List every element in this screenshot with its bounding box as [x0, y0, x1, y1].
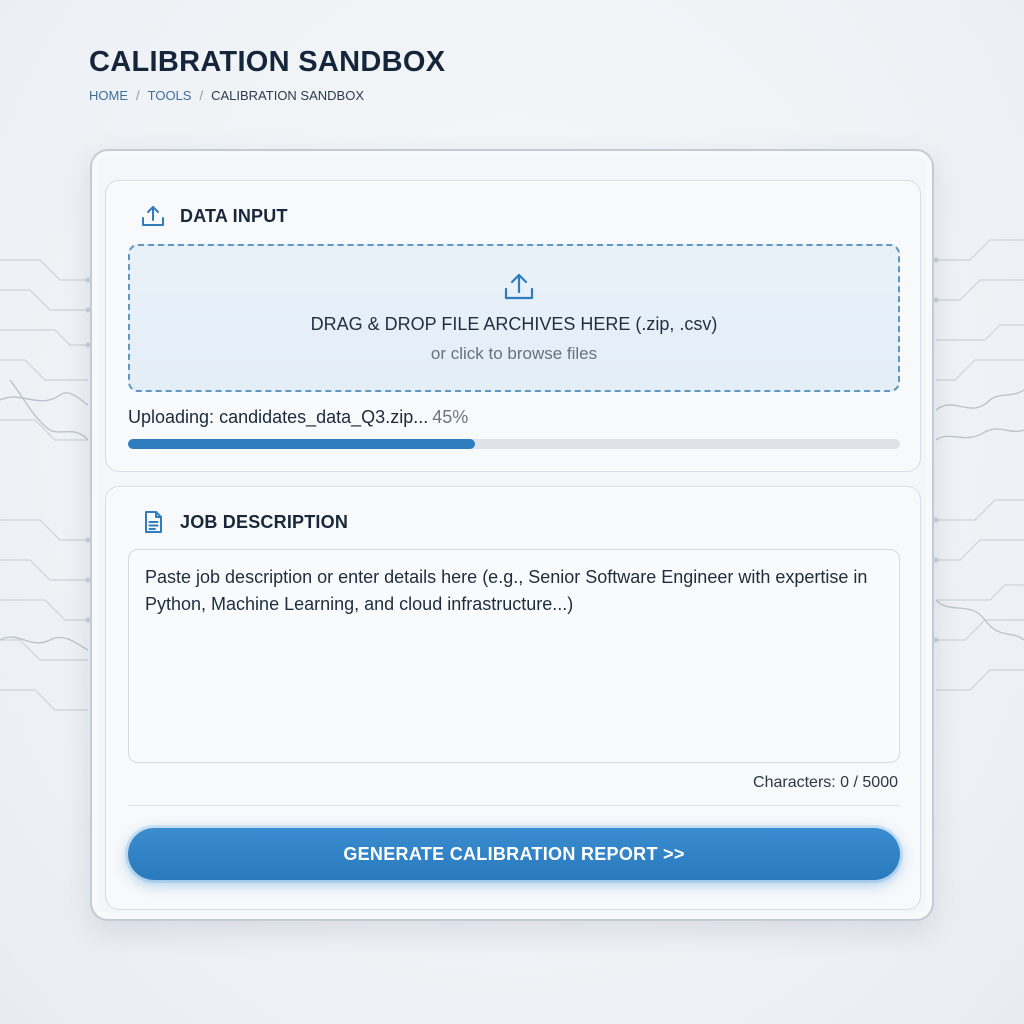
breadcrumb-separator: /	[136, 88, 140, 103]
upload-status: Uploading: candidates_data_Q3.zip... 45%	[128, 407, 468, 428]
divider	[128, 805, 900, 806]
data-input-title: DATA INPUT	[180, 205, 288, 226]
job-description-header: JOB DESCRIPTION	[140, 509, 348, 535]
page-title: CALIBRATION SANDBOX	[89, 46, 446, 78]
upload-icon	[502, 270, 536, 304]
job-description-textarea[interactable]	[128, 549, 900, 763]
upload-progress-fill	[128, 439, 476, 449]
breadcrumb: HOME / TOOLS / CALIBRATION SANDBOX	[89, 88, 364, 103]
document-icon	[140, 509, 166, 535]
upload-progress-bar	[128, 439, 900, 449]
file-dropzone[interactable]: DRAG & DROP FILE ARCHIVES HERE (.zip, .c…	[128, 244, 900, 392]
calibration-card: DATA INPUT DRAG & DROP FILE ARCHIVES HER…	[90, 149, 934, 921]
breadcrumb-tools[interactable]: TOOLS	[148, 88, 192, 103]
upload-icon	[140, 203, 166, 229]
breadcrumb-current: CALIBRATION SANDBOX	[211, 88, 364, 103]
character-counter: Characters: 0 / 5000	[753, 774, 898, 791]
breadcrumb-separator: /	[199, 88, 204, 103]
job-description-panel: JOB DESCRIPTION Characters: 0 / 5000 GEN…	[105, 486, 921, 910]
upload-percent: 45%	[432, 407, 469, 427]
browse-files-link[interactable]: or click to browse files	[130, 344, 898, 364]
generate-report-button[interactable]: GENERATE CALIBRATION REPORT >>	[128, 828, 900, 880]
data-input-header: DATA INPUT	[140, 203, 288, 229]
upload-status-text: Uploading: candidates_data_Q3.zip...	[128, 407, 429, 427]
breadcrumb-home[interactable]: HOME	[89, 88, 128, 103]
dropzone-text: DRAG & DROP FILE ARCHIVES HERE (.zip, .c…	[310, 314, 718, 334]
job-description-title: JOB DESCRIPTION	[180, 511, 349, 532]
data-input-panel: DATA INPUT DRAG & DROP FILE ARCHIVES HER…	[105, 180, 921, 472]
